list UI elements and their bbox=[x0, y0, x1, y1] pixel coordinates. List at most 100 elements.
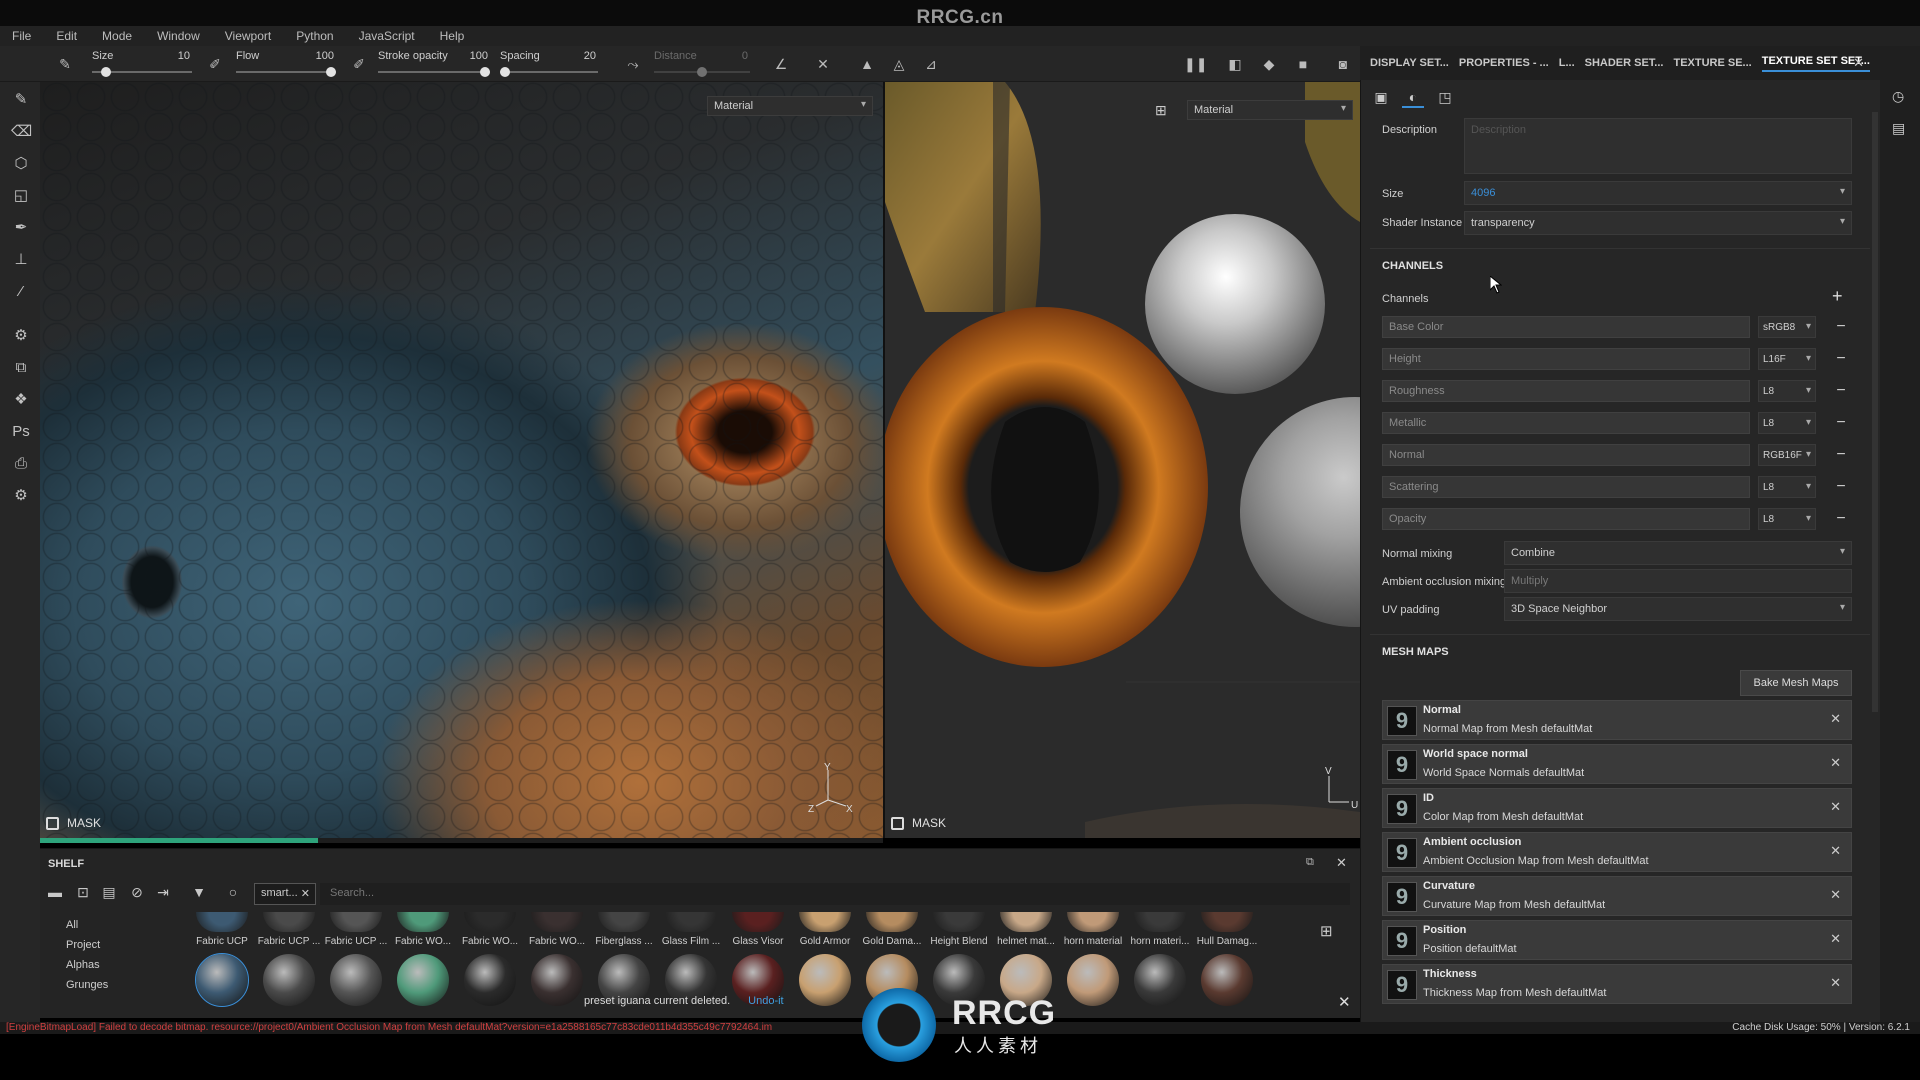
channel-roughness[interactable]: Roughness bbox=[1382, 380, 1750, 402]
panel-tab-1[interactable]: PROPERTIES - ... bbox=[1459, 57, 1549, 69]
panel-tab-4[interactable]: TEXTURE SE... bbox=[1673, 57, 1751, 69]
projection-icon[interactable]: ⬡ bbox=[11, 154, 31, 174]
flow-knob[interactable] bbox=[326, 67, 336, 77]
mesh-map-id[interactable]: 9 ID Color Map from Mesh defaultMat ✕ bbox=[1382, 788, 1852, 828]
size-knob[interactable] bbox=[101, 67, 111, 77]
panel-tab-2[interactable]: L... bbox=[1559, 57, 1575, 69]
size-slider[interactable]: Size 10 bbox=[92, 50, 192, 78]
transform-icon[interactable]: ⊿ bbox=[922, 55, 940, 73]
shelf-category-grunges[interactable]: Grunges bbox=[60, 975, 108, 995]
menu-item-viewport[interactable]: Viewport bbox=[225, 29, 271, 43]
material-thumbnail-top[interactable] bbox=[397, 912, 449, 932]
material-thumbnail-top[interactable] bbox=[933, 912, 985, 932]
material-thumbnail-top[interactable] bbox=[531, 912, 583, 932]
material-thumbnail-top[interactable] bbox=[665, 912, 717, 932]
material-thumbnail[interactable] bbox=[1201, 954, 1253, 1006]
pen-pressure-icon[interactable]: ✐ bbox=[350, 55, 368, 73]
spacing-slider[interactable]: Spacing 20 bbox=[500, 50, 598, 78]
remove-channel-icon[interactable]: − bbox=[1834, 444, 1848, 466]
material-thumbnail-top[interactable] bbox=[1067, 912, 1119, 932]
menu-item-edit[interactable]: Edit bbox=[56, 29, 77, 43]
menu-item-file[interactable]: File bbox=[12, 29, 31, 43]
undo-link[interactable]: Undo-it bbox=[748, 995, 783, 1007]
shelf-search-input[interactable]: Search... bbox=[320, 883, 1350, 905]
circle-filter-icon[interactable]: ○ bbox=[224, 883, 242, 901]
cube-icon[interactable]: ◆ bbox=[1260, 55, 1278, 73]
distance-slider[interactable]: Distance 0 bbox=[654, 50, 750, 78]
channel-format-dropdown[interactable]: RGB16F ▾ bbox=[1758, 444, 1816, 466]
close-icon[interactable]: ✕ bbox=[1830, 711, 1841, 727]
remove-channel-icon[interactable]: − bbox=[1834, 508, 1848, 530]
material-thumbnail[interactable] bbox=[397, 954, 449, 1006]
material-thumbnail[interactable] bbox=[531, 954, 583, 1006]
mesh-map-normal[interactable]: 9 Normal Normal Map from Mesh defaultMat ✕ bbox=[1382, 700, 1852, 740]
material-thumbnail[interactable] bbox=[464, 954, 516, 1006]
material-thumbnail[interactable] bbox=[799, 954, 851, 1006]
mesh-map-world-space-normal[interactable]: 9 World space normal World Space Normals d… bbox=[1382, 744, 1852, 784]
history-icon[interactable]: ◷ bbox=[1892, 88, 1904, 105]
size-dropdown[interactable]: 4096 ▾ bbox=[1464, 181, 1852, 205]
mask-checkbox[interactable] bbox=[46, 816, 59, 830]
channel-format-dropdown[interactable]: L8 ▾ bbox=[1758, 380, 1816, 402]
filter-icon[interactable]: ▼ bbox=[190, 883, 208, 901]
export-icon[interactable]: ⎙ bbox=[11, 454, 31, 474]
channel-scattering[interactable]: Scattering bbox=[1382, 476, 1750, 498]
close-icon[interactable]: ✕ bbox=[1336, 855, 1347, 871]
close-icon[interactable]: ✕ bbox=[1830, 755, 1841, 771]
split-view-icon[interactable]: ◧ bbox=[1226, 55, 1244, 73]
viewport-uv[interactable]: ⊞ Material ▾ MASK V U bbox=[885, 82, 1360, 838]
channel-normal[interactable]: Normal bbox=[1382, 444, 1750, 466]
brush-settings-icon[interactable]: ✎ bbox=[56, 55, 74, 73]
shelf-category-alphas[interactable]: Alphas bbox=[60, 955, 108, 975]
maximize-icon[interactable]: ⧉ bbox=[1306, 856, 1314, 869]
channel-base-color[interactable]: Base Color bbox=[1382, 316, 1750, 338]
stroke-opacity-knob[interactable] bbox=[480, 67, 490, 77]
layer-icon[interactable]: ⧉ bbox=[11, 358, 31, 378]
menu-item-mode[interactable]: Mode bbox=[102, 29, 132, 43]
material-thumbnail-top[interactable] bbox=[330, 912, 382, 932]
material-thumbnail-top[interactable] bbox=[1134, 912, 1186, 932]
mesh-map-position[interactable]: 9 Position Position defaultMat ✕ bbox=[1382, 920, 1852, 960]
mesh-map-curvature[interactable]: 9 Curvature Curvature Map from Mesh defaul… bbox=[1382, 876, 1852, 916]
camera-video-icon[interactable]: ■ bbox=[1294, 55, 1312, 73]
remove-channel-icon[interactable]: − bbox=[1834, 412, 1848, 434]
remove-channel-icon[interactable]: − bbox=[1834, 316, 1848, 338]
remove-channel-icon[interactable]: − bbox=[1834, 348, 1848, 370]
material-thumbnail-top[interactable] bbox=[1000, 912, 1052, 932]
remove-channel-icon[interactable]: − bbox=[1834, 380, 1848, 402]
viewport-uv-material-dropdown[interactable]: Material ▾ bbox=[1187, 100, 1353, 120]
viewport-3d[interactable]: Material ▾ MASK Y Z X bbox=[40, 82, 883, 838]
panel-scrollbar[interactable] bbox=[1872, 112, 1878, 712]
material-thumbnail-top[interactable] bbox=[799, 912, 851, 932]
uv-icon[interactable]: ◳ bbox=[1434, 86, 1456, 108]
mask-checkbox[interactable] bbox=[891, 816, 904, 830]
close-icon[interactable]: ✕ bbox=[301, 887, 310, 900]
settings-icon[interactable]: ⚙ bbox=[11, 486, 31, 506]
viewport-uv-mask-toggle[interactable]: MASK bbox=[891, 814, 946, 832]
flow-slider[interactable]: Flow 100 bbox=[236, 50, 336, 78]
paint-brush-icon[interactable]: ✎ bbox=[11, 90, 31, 110]
uv-padding-dropdown[interactable]: 3D Space Neighbor ▾ bbox=[1504, 597, 1852, 621]
import-icon[interactable]: ⇥ bbox=[154, 883, 172, 901]
distance-knob[interactable] bbox=[697, 67, 707, 77]
material-thumbnail[interactable] bbox=[195, 953, 249, 1007]
description-field[interactable]: Description bbox=[1464, 118, 1852, 174]
material-thumbnail-top[interactable] bbox=[464, 912, 516, 932]
menu-item-help[interactable]: Help bbox=[440, 29, 465, 43]
mesh-map-thickness[interactable]: 9 Thickness Thickness Map from Mesh defaul… bbox=[1382, 964, 1852, 1004]
screenshot-camera-icon[interactable]: ◙ bbox=[1334, 55, 1352, 73]
mesh-map-ambient-occlusion[interactable]: 9 Ambient occlusion Ambient Occlusion Map … bbox=[1382, 832, 1852, 872]
grid-view-icon[interactable]: ⊞ bbox=[1320, 922, 1333, 940]
menu-item-window[interactable]: Window bbox=[157, 29, 200, 43]
close-icon[interactable]: ✕ bbox=[1830, 887, 1841, 903]
shelf-category-project[interactable]: Project bbox=[60, 935, 108, 955]
close-icon[interactable]: ✕ bbox=[1853, 55, 1864, 71]
smudge-icon[interactable]: ✒ bbox=[11, 218, 31, 238]
symmetry-icon[interactable]: ▲ bbox=[858, 55, 876, 73]
remove-channel-icon[interactable]: − bbox=[1834, 476, 1848, 498]
close-icon[interactable]: ✕ bbox=[1830, 843, 1841, 859]
channel-height[interactable]: Height bbox=[1382, 348, 1750, 370]
material-thumbnail-top[interactable] bbox=[598, 912, 650, 932]
polygon-fill-icon[interactable]: ◱ bbox=[11, 186, 31, 206]
pause-icon[interactable]: ❚❚ bbox=[1184, 55, 1207, 73]
